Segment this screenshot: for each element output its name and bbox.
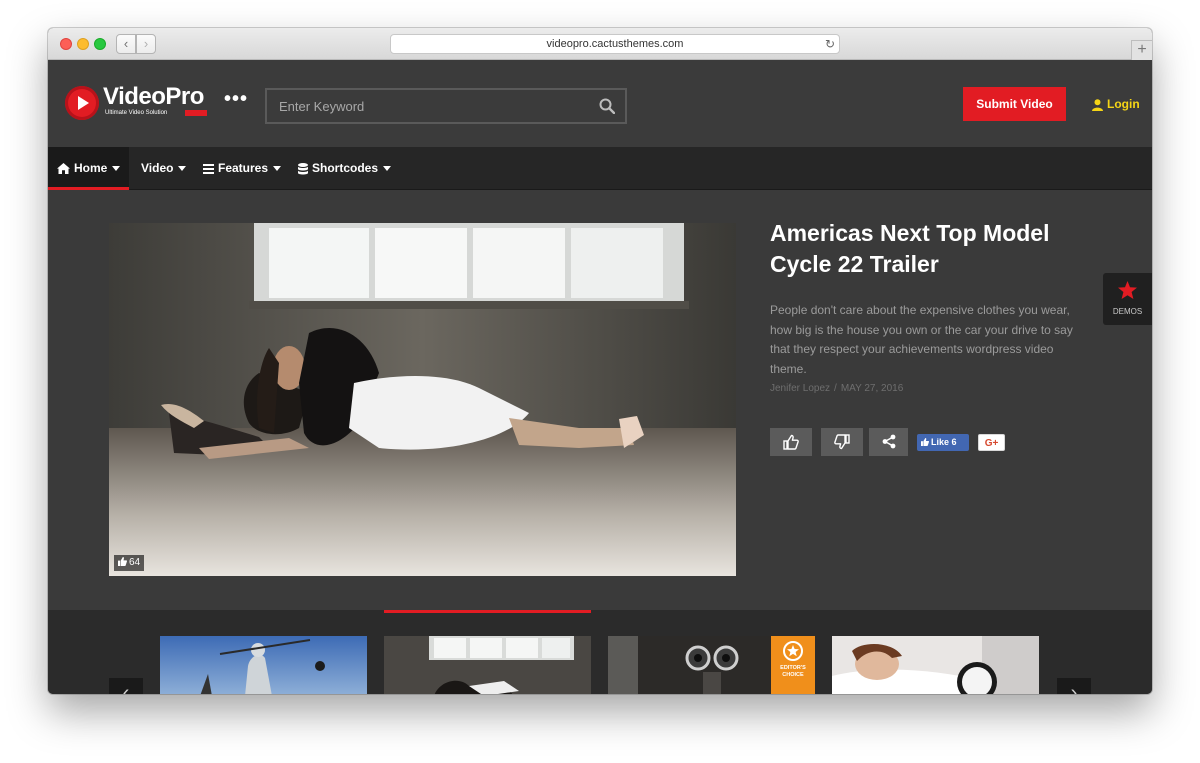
main-navigation: Home Video Features Shortcodes bbox=[48, 147, 1152, 190]
demos-button[interactable]: DEMOS bbox=[1103, 273, 1152, 325]
thumbnail-like-count: 64 bbox=[129, 557, 141, 568]
share-icon bbox=[882, 434, 896, 449]
search-icon[interactable] bbox=[599, 98, 615, 114]
menu-lines-icon bbox=[203, 163, 214, 174]
new-tab-button[interactable]: + bbox=[1131, 40, 1152, 60]
nav-item-shortcodes[interactable]: Shortcodes bbox=[298, 147, 392, 190]
close-window-button[interactable] bbox=[60, 38, 72, 50]
database-icon bbox=[298, 162, 308, 175]
featured-video-thumbnail[interactable]: 64 bbox=[109, 223, 736, 576]
dancer-thumbnail-photo bbox=[384, 636, 591, 694]
carousel-next-button[interactable]: › bbox=[1057, 678, 1091, 694]
video-meta: Jenifer Lopez / MAY 27, 2016 bbox=[770, 383, 903, 394]
demos-label: DEMOS bbox=[1112, 307, 1143, 316]
facebook-like-label: Like 6 bbox=[931, 437, 957, 447]
carousel-thumbnail[interactable] bbox=[160, 636, 367, 694]
nav-item-video[interactable]: Video bbox=[141, 147, 187, 190]
editors-choice-line2: CHOICE bbox=[782, 672, 804, 678]
nav-item-label: Features bbox=[218, 161, 269, 175]
carousel-prev-button[interactable]: ‹ bbox=[109, 678, 143, 694]
logo-tagline: Ultimate Video Solution bbox=[105, 110, 168, 116]
meta-separator: / bbox=[834, 383, 837, 394]
address-bar-url: videopro.cactusthemes.com bbox=[546, 38, 684, 50]
google-plus-button[interactable]: G+ bbox=[978, 434, 1005, 451]
address-bar[interactable]: videopro.cactusthemes.com ↻ bbox=[390, 34, 840, 54]
video-author[interactable]: Jenifer Lopez bbox=[770, 383, 830, 394]
star-icon bbox=[1118, 281, 1137, 299]
featured-video-section: 64 Americas Next Top Model Cycle 22 Trai… bbox=[48, 190, 1152, 610]
thumbs-up-icon bbox=[783, 434, 799, 450]
video-carousel: EDITOR'S CHOICE ‹ › bbox=[48, 610, 1152, 694]
thumbs-down-icon bbox=[834, 434, 850, 450]
minimize-window-button[interactable] bbox=[77, 38, 89, 50]
video-date: MAY 27, 2016 bbox=[840, 383, 904, 394]
chevron-down-icon bbox=[273, 166, 282, 172]
carousel-thumbnail-active[interactable] bbox=[384, 636, 591, 694]
sleeping-woman-photo bbox=[832, 636, 1039, 694]
chevron-down-icon bbox=[178, 166, 187, 172]
facebook-like-button[interactable]: Like 6 bbox=[917, 434, 969, 451]
statue-photo bbox=[160, 636, 367, 694]
nav-item-label: Video bbox=[141, 161, 174, 175]
play-logo-icon bbox=[65, 86, 99, 120]
dancer-photo bbox=[109, 223, 736, 576]
browser-titlebar: ‹ › videopro.cactusthemes.com ↻ + bbox=[48, 28, 1152, 60]
thumbs-up-icon bbox=[118, 557, 127, 566]
editors-choice-badge: EDITOR'S CHOICE bbox=[771, 636, 815, 694]
logo-text: VideoPro bbox=[103, 83, 204, 110]
video-title[interactable]: Americas Next Top Model Cycle 22 Trailer bbox=[770, 218, 1090, 280]
share-button[interactable] bbox=[869, 428, 908, 456]
like-button[interactable] bbox=[770, 428, 812, 456]
submit-video-button[interactable]: Submit Video bbox=[963, 87, 1066, 121]
home-icon bbox=[57, 163, 70, 175]
zoom-window-button[interactable] bbox=[94, 38, 106, 50]
login-label: Login bbox=[1107, 97, 1140, 111]
editors-choice-line1: EDITOR'S bbox=[780, 665, 806, 671]
nav-item-label: Shortcodes bbox=[312, 161, 379, 175]
chevron-down-icon bbox=[112, 166, 121, 172]
nav-item-features[interactable]: Features bbox=[203, 147, 282, 190]
site-header: VideoPro Ultimate Video Solution ••• Sub… bbox=[48, 60, 1152, 147]
login-link[interactable]: Login bbox=[1092, 95, 1140, 113]
site-logo[interactable]: VideoPro Ultimate Video Solution bbox=[65, 84, 210, 124]
badge-star-icon bbox=[783, 641, 803, 661]
browser-back-button[interactable]: ‹ bbox=[116, 34, 136, 54]
carousel-thumbnail[interactable] bbox=[832, 636, 1039, 694]
search-input[interactable] bbox=[267, 90, 625, 122]
chevron-down-icon bbox=[383, 166, 392, 172]
facebook-thumb-icon bbox=[921, 438, 929, 446]
user-icon bbox=[1092, 99, 1103, 111]
dislike-button[interactable] bbox=[821, 428, 863, 456]
carousel-thumbnail[interactable]: EDITOR'S CHOICE bbox=[608, 636, 815, 694]
search-box bbox=[265, 88, 627, 124]
browser-window: ‹ › videopro.cactusthemes.com ↻ + VideoP… bbox=[48, 28, 1152, 694]
thumbnail-like-badge: 64 bbox=[114, 555, 145, 571]
nav-item-label: Home bbox=[74, 161, 108, 175]
video-description: People don't care about the expensive cl… bbox=[770, 303, 1073, 376]
nav-item-home[interactable]: Home bbox=[48, 147, 129, 190]
logo-accent-bar bbox=[185, 110, 207, 116]
reload-icon[interactable]: ↻ bbox=[825, 35, 835, 53]
more-options-icon[interactable]: ••• bbox=[224, 89, 248, 109]
carousel-active-indicator bbox=[384, 610, 591, 613]
browser-forward-button[interactable]: › bbox=[136, 34, 156, 54]
